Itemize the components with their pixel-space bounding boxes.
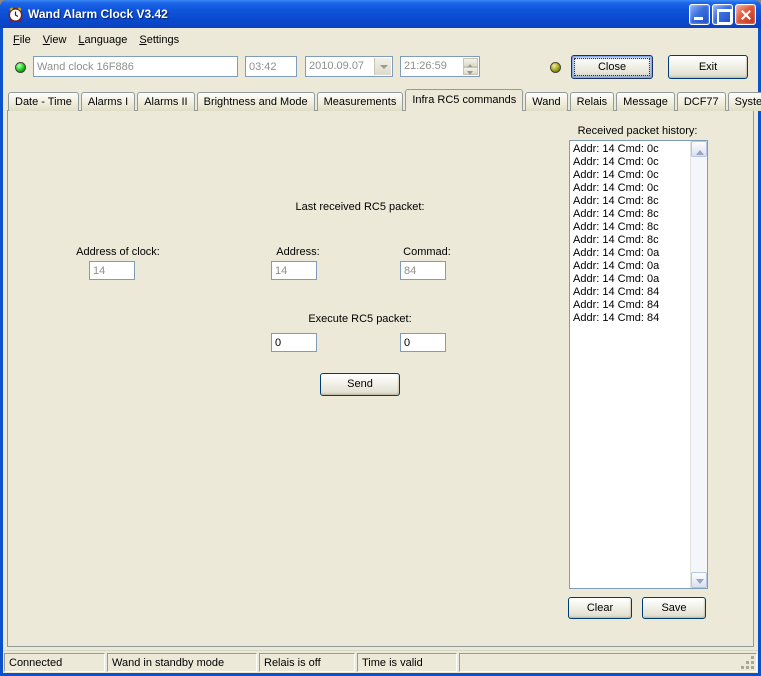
date-picker: 2010.09.07 [305, 56, 393, 77]
device-name-field [33, 56, 238, 77]
connection-led-indicator [15, 62, 26, 73]
history-item[interactable]: Addr: 14 Cmd: 8c [573, 195, 690, 208]
close-window-button[interactable] [735, 3, 756, 25]
history-item[interactable]: Addr: 14 Cmd: 84 [573, 286, 690, 299]
history-item[interactable]: Addr: 14 Cmd: 0c [573, 156, 690, 169]
received-address-field [271, 261, 317, 280]
received-command-field [400, 261, 446, 280]
maximize-button[interactable] [712, 3, 733, 25]
menu-item-view[interactable]: View [37, 32, 73, 48]
scroll-up-button[interactable] [691, 141, 707, 157]
history-item[interactable]: Addr: 14 Cmd: 0c [573, 169, 690, 182]
history-item[interactable]: Addr: 14 Cmd: 0a [573, 260, 690, 273]
history-item[interactable]: Addr: 14 Cmd: 8c [573, 208, 690, 221]
history-item[interactable]: Addr: 14 Cmd: 0a [573, 247, 690, 260]
execute-label: Execute RC5 packet: [308, 313, 412, 325]
secondary-led-indicator [550, 62, 561, 73]
exit-button[interactable]: Exit [668, 55, 748, 79]
command-label: Commad: [403, 246, 451, 258]
tab-relais[interactable]: Relais [569, 92, 615, 111]
resize-grip[interactable] [741, 656, 754, 669]
tab-alarms-i[interactable]: Alarms I [80, 92, 136, 111]
date-dropdown-button[interactable] [374, 58, 391, 75]
status-relais: Relais is off [259, 653, 355, 672]
status-empty-panel [459, 653, 757, 672]
tab-message[interactable]: Message [616, 92, 675, 111]
history-listbox[interactable]: Addr: 14 Cmd: 0c Addr: 14 Cmd: 0c Addr: 14… [569, 140, 708, 589]
tab-wand[interactable]: Wand [525, 92, 568, 111]
tab-infra-rc5-commands[interactable]: Infra RC5 commands [405, 89, 524, 113]
close-button[interactable]: Close [571, 55, 653, 79]
alarm-time-field [245, 56, 297, 77]
window-title: Wand Alarm Clock V3.42 [28, 7, 168, 21]
history-item[interactable]: Addr: 14 Cmd: 84 [573, 299, 690, 312]
clear-button[interactable]: Clear [568, 597, 632, 619]
date-value: 2010.09.07 [309, 60, 365, 72]
history-item[interactable]: Addr: 14 Cmd: 0c [573, 143, 690, 156]
tab-system[interactable]: System [727, 92, 761, 111]
tab-measurements[interactable]: Measurements [316, 92, 404, 111]
status-connection: Connected [4, 653, 105, 672]
execute-command-field[interactable] [400, 333, 446, 352]
history-item[interactable]: Addr: 14 Cmd: 8c [573, 221, 690, 234]
history-label: Received packet history: [577, 125, 698, 137]
address-of-clock-label: Address of clock: [76, 246, 160, 258]
tab-strip: Date - Time Alarms I Alarms II Brightnes… [8, 89, 761, 113]
app-window: Wand Alarm Clock V3.42 File View Languag… [0, 0, 761, 676]
status-time-valid: Time is valid [357, 653, 457, 672]
send-button[interactable]: Send [320, 373, 400, 396]
time-spin-up-button[interactable] [463, 58, 478, 68]
address-of-clock-field [89, 261, 135, 280]
alarm-clock-icon [8, 6, 23, 22]
execute-address-field[interactable] [271, 333, 317, 352]
last-received-label: Last received RC5 packet: [295, 201, 425, 213]
status-wand-mode: Wand in standby mode [107, 653, 257, 672]
tab-brightness-and-mode[interactable]: Brightness and Mode [196, 92, 315, 111]
time-value: 21:26:59 [404, 60, 447, 72]
address-label: Address: [276, 246, 320, 258]
history-item[interactable]: Addr: 14 Cmd: 84 [573, 312, 690, 325]
history-item[interactable]: Addr: 14 Cmd: 8c [573, 234, 690, 247]
infra-rc5-tab-page: Received packet history: Addr: 14 Cmd: 0… [7, 110, 754, 647]
menu-item-language[interactable]: Language [72, 32, 133, 48]
history-scrollbar[interactable] [690, 141, 707, 588]
titlebar[interactable]: Wand Alarm Clock V3.42 [0, 0, 761, 28]
statusbar: Connected Wand in standby mode Relais is… [3, 650, 758, 673]
save-button[interactable]: Save [642, 597, 706, 619]
menu-item-settings[interactable]: Settings [133, 32, 185, 48]
time-spinner: 21:26:59 [400, 56, 480, 77]
client-area: File View Language Settings 2010.09.07 2… [3, 28, 761, 673]
tab-dcf77[interactable]: DCF77 [676, 92, 726, 111]
menubar: File View Language Settings [3, 30, 758, 50]
history-list: Addr: 14 Cmd: 0c Addr: 14 Cmd: 0c Addr: 14… [571, 142, 690, 587]
minimize-button[interactable] [689, 3, 710, 25]
tab-date-time[interactable]: Date - Time [8, 92, 79, 111]
toolbar: 2010.09.07 21:26:59 Close Exit [3, 50, 758, 84]
time-spin-down-button[interactable] [463, 66, 478, 75]
history-item[interactable]: Addr: 14 Cmd: 0a [573, 273, 690, 286]
scroll-down-button[interactable] [691, 572, 707, 588]
history-item[interactable]: Addr: 14 Cmd: 0c [573, 182, 690, 195]
tab-alarms-ii[interactable]: Alarms II [137, 92, 195, 111]
menu-item-file[interactable]: File [7, 32, 37, 48]
